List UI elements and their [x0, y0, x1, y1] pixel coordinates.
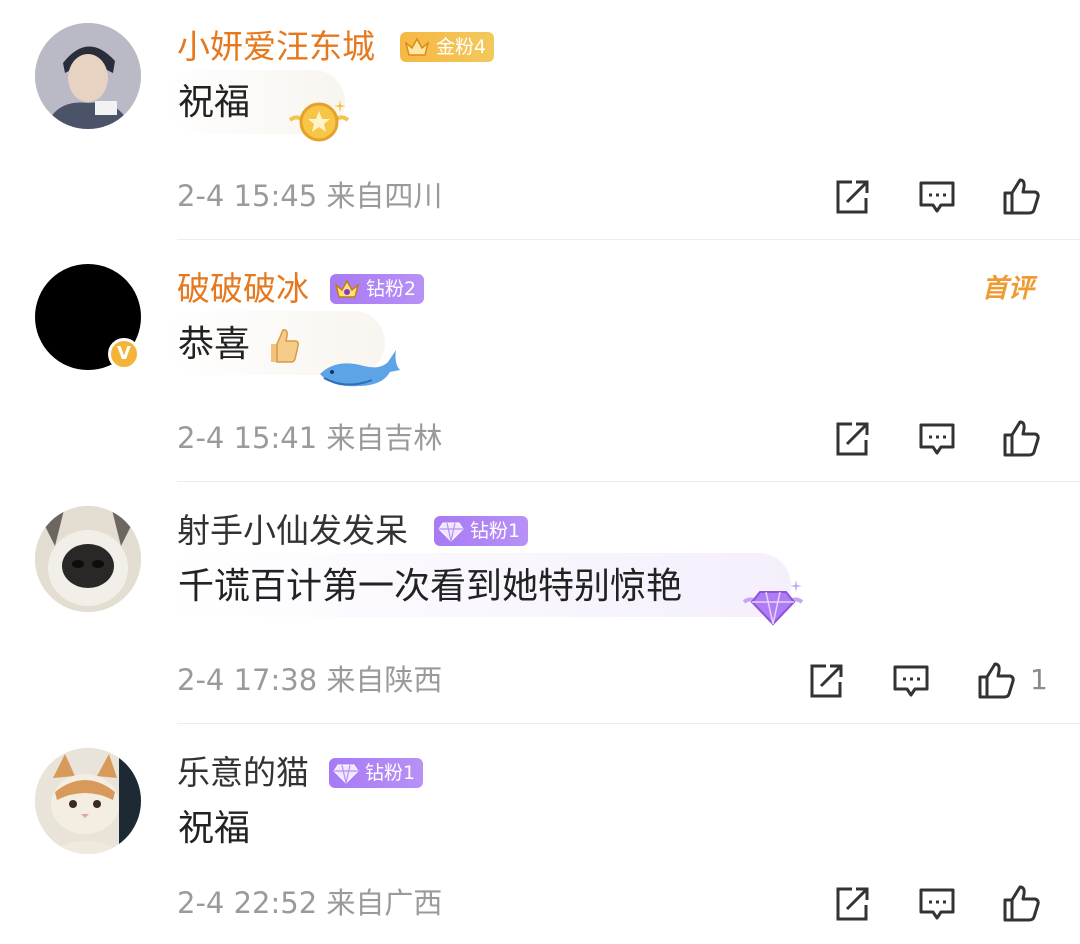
fan-badge-label: 金粉4 [436, 36, 487, 58]
comment-meta: 2-4 15:41 来自吉林 [177, 420, 442, 456]
comment-icon[interactable] [917, 884, 957, 924]
fan-badge[interactable]: 钻粉1 [434, 516, 529, 546]
avatar[interactable] [35, 23, 141, 129]
comment-text: 千谎百计第一次看到她特别惊艳 [178, 566, 683, 607]
fan-badge[interactable]: 钻粉1 [329, 758, 424, 788]
diamond-icon [438, 522, 464, 542]
comment-location: 来自四川 [326, 179, 443, 213]
username[interactable]: 破破破冰 [177, 269, 309, 309]
username[interactable]: 射手小仙发发呆 [177, 511, 408, 551]
username[interactable]: 小妍爱汪东城 [177, 27, 375, 67]
fan-badge-label: 钻粉2 [366, 278, 417, 300]
comment-text: 祝福 [178, 808, 251, 849]
avatar[interactable] [35, 506, 141, 612]
comment-item: 乐意的猫 钻粉1 祝福 2-4 22:52 来自广西 [0, 724, 1080, 944]
thumbs-up-icon[interactable] [1001, 883, 1041, 923]
comment-location: 来自广西 [326, 886, 443, 920]
comment-time: 2-4 17:38 [177, 663, 318, 697]
repost-icon[interactable] [832, 177, 872, 217]
thumbs-up-emoji-icon [265, 326, 301, 366]
username[interactable]: 乐意的猫 [177, 753, 309, 793]
diamond-medal-icon [738, 578, 808, 630]
crown-icon [334, 279, 360, 298]
comment-time: 2-4 15:45 [177, 179, 318, 213]
comment-item: V 破破破冰 钻粉2 首评 恭喜 2-4 15:41 来自吉林 [0, 240, 1080, 482]
fan-badge-label: 钻粉1 [470, 520, 521, 542]
fan-badge[interactable]: 金粉4 [400, 32, 495, 62]
comment-item: 小妍爱汪东城 金粉4 祝福 2-4 15:45 来自四川 [0, 0, 1080, 240]
comment-meta: 2-4 17:38 来自陕西 [177, 662, 442, 698]
comment-meta: 2-4 22:52 来自广西 [177, 885, 442, 921]
comment-meta: 2-4 15:45 来自四川 [177, 178, 442, 214]
repost-icon[interactable] [806, 661, 846, 701]
comment-item: 射手小仙发发呆 钻粉1 千谎百计第一次看到她特别惊艳 2-4 17:38 来自陕… [0, 482, 1080, 724]
comment-text: 祝福 [178, 82, 251, 123]
verified-icon: V [108, 338, 140, 370]
fan-badge[interactable]: 钻粉2 [330, 274, 425, 304]
gold-medal-icon [284, 96, 354, 148]
fan-badge-label: 钻粉1 [365, 762, 416, 784]
thumbs-up-icon[interactable] [976, 660, 1016, 700]
crown-icon [404, 37, 430, 56]
comment-icon[interactable] [917, 419, 957, 459]
comment-time: 2-4 15:41 [177, 421, 318, 455]
comment-text-label: 恭喜 [178, 324, 251, 365]
first-comment-tag: 首评 [982, 274, 1035, 304]
comment-icon[interactable] [891, 661, 931, 701]
repost-icon[interactable] [832, 884, 872, 924]
comment-location: 来自吉林 [326, 421, 443, 455]
like-count: 1 [1030, 663, 1048, 696]
diamond-icon [333, 764, 359, 784]
comment-text: 恭喜 [178, 323, 301, 367]
thumbs-up-icon[interactable] [1001, 418, 1041, 458]
avatar[interactable] [35, 748, 141, 854]
thumbs-up-icon[interactable] [1001, 176, 1041, 216]
whale-icon [316, 340, 402, 396]
comment-time: 2-4 22:52 [177, 886, 318, 920]
repost-icon[interactable] [832, 419, 872, 459]
comment-icon[interactable] [917, 177, 957, 217]
comment-location: 来自陕西 [326, 663, 443, 697]
